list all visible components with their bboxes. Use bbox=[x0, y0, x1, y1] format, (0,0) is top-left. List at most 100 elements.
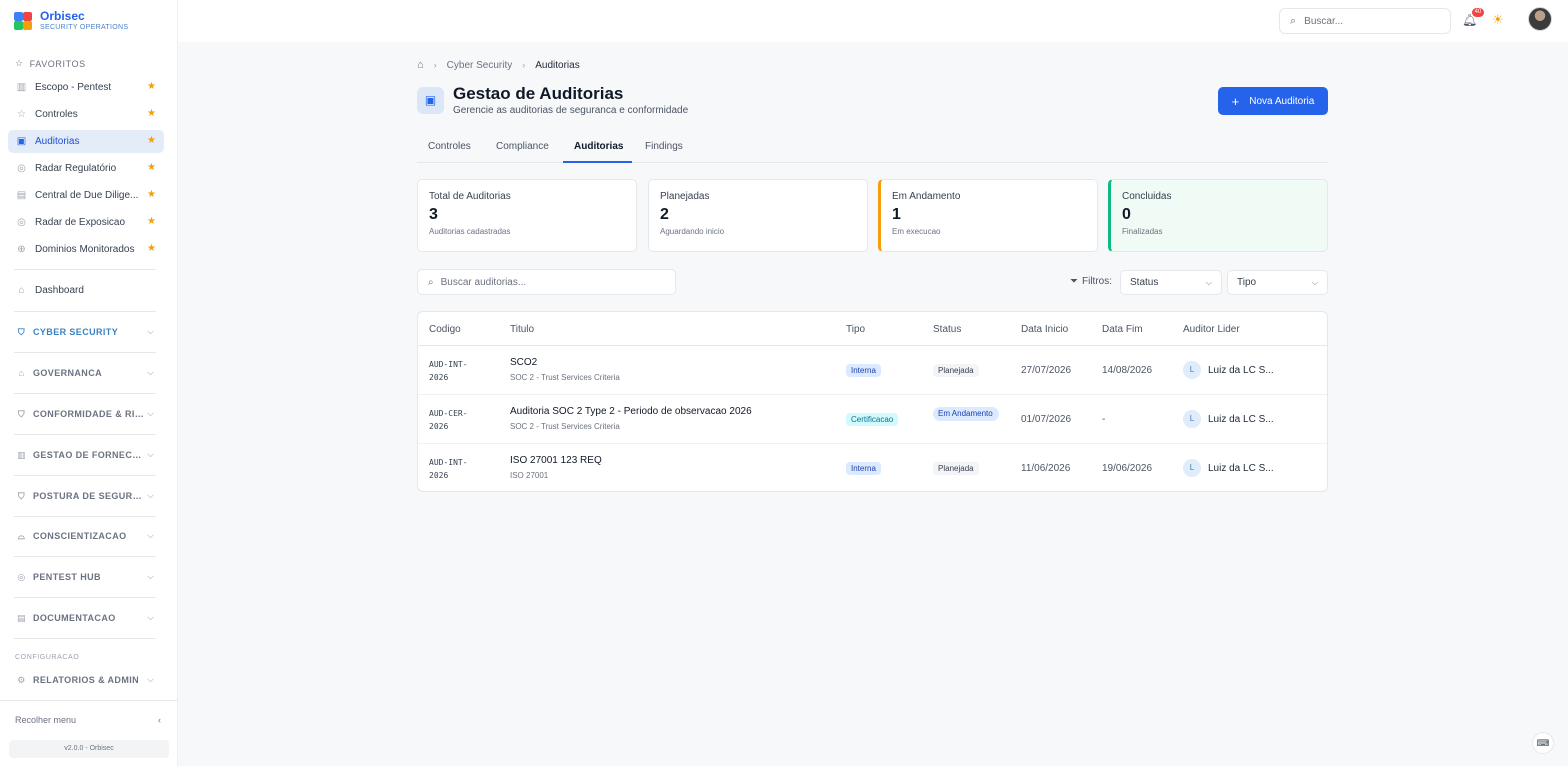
start-date: 27/07/2026 bbox=[1021, 365, 1072, 376]
chevron-down-icon: ⌵ bbox=[147, 368, 154, 377]
audit-search-input[interactable]: ⌕ Buscar auditorias... bbox=[417, 269, 676, 295]
star-filled-icon[interactable]: ★ bbox=[147, 189, 156, 200]
stat-label: Concluidas bbox=[1122, 191, 1172, 202]
avatar: L bbox=[1183, 410, 1201, 428]
global-search-input[interactable]: ⌕ Buscar... bbox=[1279, 8, 1451, 34]
filters-label: ⏷ Filtros: bbox=[1070, 276, 1112, 287]
sidebar-item-dashboard[interactable]: ⌂ Dashboard bbox=[8, 279, 164, 302]
breadcrumb: ⌂ › Cyber Security › Auditorias bbox=[417, 59, 580, 71]
audit-code: AUD-CER- 2026 bbox=[429, 409, 468, 431]
column-header-data-inicio[interactable]: Data Inicio bbox=[1021, 324, 1068, 335]
column-header-auditor[interactable]: Auditor Lider bbox=[1183, 324, 1240, 335]
stat-sub: Aguardando inicio bbox=[660, 227, 725, 236]
page-title: Gestao de Auditorias bbox=[453, 84, 624, 103]
sidebar-group-cyber-security[interactable]: ⛉ CYBER SECURITY ⌵ bbox=[8, 321, 164, 343]
star-filled-icon[interactable]: ★ bbox=[147, 81, 156, 92]
sidebar-divider bbox=[14, 638, 156, 639]
table-row[interactable]: AUD-INT- 2026 ISO 27001 123 REQ ISO 27001… bbox=[418, 444, 1327, 493]
sun-icon[interactable]: ☀ bbox=[1492, 12, 1504, 28]
radar-icon: ◎ bbox=[17, 163, 26, 174]
clipboard-check-icon: ▣ bbox=[417, 87, 444, 114]
chevron-left-icon: ‹ bbox=[158, 715, 161, 725]
sidebar-group-governanca[interactable]: ⌂ GOVERNANCA ⌵ bbox=[8, 362, 164, 384]
avatar: L bbox=[1183, 361, 1201, 379]
sidebar-divider bbox=[14, 597, 156, 598]
home-icon[interactable]: ⌂ bbox=[417, 59, 424, 71]
audit-title[interactable]: SCO2 bbox=[510, 357, 537, 368]
document-icon: ▤ bbox=[16, 190, 27, 201]
brand[interactable]: Orbisec SECURITY OPERATIONS bbox=[14, 10, 128, 32]
star-filled-icon[interactable]: ★ bbox=[147, 162, 156, 173]
sidebar-group-documentacao[interactable]: ▤ DOCUMENTACAO ⌵ bbox=[8, 607, 164, 629]
breadcrumb-current: Auditorias bbox=[535, 59, 580, 71]
document-icon: ▤ bbox=[17, 612, 26, 623]
collapse-menu-button[interactable]: Recolher menu ‹ bbox=[15, 715, 161, 725]
status-badge: Planejada bbox=[933, 462, 979, 475]
tab-findings[interactable]: Findings bbox=[645, 141, 683, 163]
table-row[interactable]: AUD-CER- 2026 Auditoria SOC 2 Type 2 - Pe… bbox=[418, 395, 1327, 444]
type-select[interactable]: Tipo ⌵ bbox=[1227, 270, 1328, 295]
column-header-tipo[interactable]: Tipo bbox=[846, 324, 865, 335]
sidebar-divider bbox=[14, 352, 156, 353]
chevron-down-icon: ⌵ bbox=[147, 450, 154, 459]
sidebar-group-gestao-fornecedores[interactable]: ▥ GESTAO DE FORNECE... ⌵ bbox=[8, 444, 164, 466]
column-header-titulo[interactable]: Titulo bbox=[510, 324, 534, 335]
stat-value: 1 bbox=[892, 206, 901, 223]
column-header-status[interactable]: Status bbox=[933, 324, 961, 335]
version-label: v2.0.0 - Orbisec bbox=[9, 740, 169, 758]
sidebar-group-relatorios-admin[interactable]: ⚙ RELATORIOS & ADMIN ⌵ bbox=[8, 669, 164, 691]
star-filled-icon[interactable]: ★ bbox=[147, 216, 156, 227]
stat-value: 0 bbox=[1122, 206, 1131, 223]
audit-code: AUD-INT- 2026 bbox=[429, 458, 468, 480]
tab-controles[interactable]: Controles bbox=[428, 141, 471, 163]
stat-value: 2 bbox=[660, 206, 669, 223]
audit-title[interactable]: Auditoria SOC 2 Type 2 - Periodo de obse… bbox=[510, 406, 752, 417]
audit-title[interactable]: ISO 27001 123 REQ bbox=[510, 455, 602, 466]
table-row[interactable]: AUD-INT- 2026 SCO2 SOC 2 - Trust Services… bbox=[418, 346, 1327, 395]
audit-framework: ISO 27001 bbox=[510, 471, 549, 480]
sidebar-item-auditorias[interactable]: ▣ Auditorias ★ bbox=[8, 130, 164, 153]
star-filled-icon[interactable]: ★ bbox=[147, 108, 156, 119]
favorites-label: ☆ FAVORITOS bbox=[15, 58, 86, 69]
star-filled-icon[interactable]: ★ bbox=[147, 135, 156, 146]
sidebar-item-radar-regulatorio[interactable]: ◎ Radar Regulatório ★ bbox=[8, 157, 164, 180]
sidebar-item-radar-exposicao[interactable]: ◎ Radar de Exposicao ★ bbox=[8, 211, 164, 234]
status-badge: Planejada bbox=[933, 364, 979, 377]
globe-icon: ⊕ bbox=[17, 244, 26, 255]
config-label: CONFIGURACAO bbox=[15, 654, 80, 661]
sidebar-divider bbox=[0, 700, 178, 701]
new-audit-button[interactable]: + Nova Auditoria bbox=[1218, 87, 1328, 115]
sidebar-group-conformidade[interactable]: ⛉ CONFORMIDADE & RIS... ⌵ bbox=[8, 403, 164, 425]
sidebar-item-controles[interactable]: ☆ Controles ★ bbox=[8, 103, 164, 126]
sidebar-divider bbox=[14, 269, 156, 270]
tab-compliance[interactable]: Compliance bbox=[496, 141, 549, 163]
stat-card-total: Total de Auditorias 3 Auditorias cadastr… bbox=[417, 179, 637, 252]
avatar[interactable] bbox=[1528, 7, 1552, 31]
breadcrumb-cyber-security[interactable]: Cyber Security bbox=[447, 60, 513, 71]
tabs: Controles Compliance Auditorias Findings bbox=[417, 137, 1328, 163]
chevron-down-icon: ⌵ bbox=[147, 572, 154, 581]
status-select[interactable]: Status ⌵ bbox=[1120, 270, 1222, 295]
orbisec-logo-icon bbox=[14, 12, 32, 30]
plus-icon: + bbox=[1231, 93, 1240, 109]
sidebar-divider bbox=[14, 311, 156, 312]
sidebar-group-pentest-hub[interactable]: ◎ PENTEST HUB ⌵ bbox=[8, 566, 164, 588]
sidebar-item-escopo-pentest[interactable]: ▥ Escopo - Pentest ★ bbox=[8, 76, 164, 99]
tab-auditorias[interactable]: Auditorias bbox=[563, 141, 632, 163]
star-filled-icon[interactable]: ★ bbox=[147, 243, 156, 254]
start-date: 11/06/2026 bbox=[1021, 463, 1071, 474]
stat-sub: Finalizadas bbox=[1122, 227, 1163, 236]
star-outline-icon: ☆ bbox=[15, 58, 24, 68]
stat-value: 3 bbox=[429, 206, 438, 223]
column-header-data-fim[interactable]: Data Fim bbox=[1102, 324, 1143, 335]
sidebar-group-conscientizacao[interactable]: ⌓ CONSCIENTIZACAO ⌵ bbox=[8, 525, 164, 547]
sidebar-item-dominios-monitorados[interactable]: ⊕ Dominios Monitorados ★ bbox=[8, 238, 164, 261]
sidebar-item-due-diligence[interactable]: ▤ Central de Due Dilige... ★ bbox=[8, 184, 164, 207]
keyboard-shortcuts-icon[interactable]: ⌨ bbox=[1532, 732, 1554, 754]
bank-icon: ⌂ bbox=[18, 368, 25, 378]
sidebar-group-postura-seguranca[interactable]: ⛉ POSTURA DE SEGURA... ⌵ bbox=[8, 485, 164, 507]
lead-auditor: L Luiz da LC S... bbox=[1183, 459, 1274, 477]
type-badge: Interna bbox=[846, 364, 881, 377]
sidebar: Orbisec SECURITY OPERATIONS ☆ FAVORITOS … bbox=[0, 0, 178, 766]
column-header-codigo[interactable]: Codigo bbox=[429, 324, 461, 335]
